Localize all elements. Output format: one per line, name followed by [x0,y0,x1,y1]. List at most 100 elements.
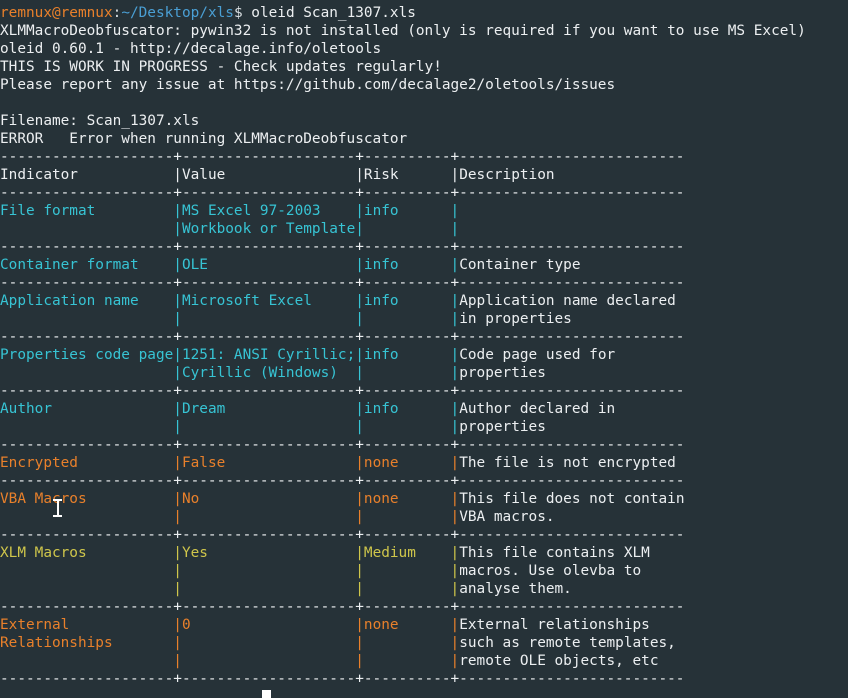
header-risk: Risk [363,167,451,183]
cell-description: in properties [459,311,572,327]
table-row-rule: --------------------+-------------------… [0,472,806,490]
cell-pipe-2: | [355,617,364,633]
cell-pipe-3: | [450,563,460,579]
table-row: Properties code page|1251: ANSI Cyrillic… [0,346,806,364]
table-row-rule: --------------------+-------------------… [0,436,806,454]
cell-pipe-2: | [355,635,364,651]
terminal-text-cursor [262,690,271,698]
cell-pipe-2: | [355,545,364,561]
cell-pipe-3: | [450,293,460,309]
table-header-row: Indicator |Value |Risk |Description [0,166,806,184]
separator-rule: --------------------+-------------------… [0,383,685,399]
cell-risk: info [363,203,451,219]
table-row-rule: --------------------+-------------------… [0,238,806,256]
cell-pipe-1: | [173,203,182,219]
cell-pipe-2: | [355,563,364,579]
cell-risk: info [363,347,451,363]
header-value: Value [181,167,356,183]
cell-pipe-1: | [173,563,182,579]
cell-value [182,635,355,651]
table-row: VBA Macros |No |none |This file does not… [0,490,806,508]
table-row: External |0 |none |External relationship… [0,616,806,634]
table-row: | | |VBA macros. [0,508,806,526]
cell-indicator [0,221,173,237]
cell-indicator [0,563,173,579]
cell-indicator [0,419,173,435]
cell-pipe-2: | [355,257,364,273]
cell-value: Workbook or Template [181,221,356,237]
cell-indicator: Encrypted [0,455,174,471]
header-pipe-1: | [173,167,182,183]
cell-description: VBA macros. [459,509,555,525]
cell-value: 0 [181,617,356,633]
header-indicator: Indicator [0,167,174,183]
table-row-rule: --------------------+-------------------… [0,526,806,544]
table-header-rule: --------------------+-------------------… [0,184,806,202]
blank-line [0,94,806,112]
cell-indicator: External [0,617,174,633]
cell-pipe-2: | [355,293,364,309]
filename-line: Filename: Scan_1307.xls [0,112,806,130]
cell-description: The file is not encrypted [459,455,676,471]
cell-indicator: File format [0,203,174,219]
cell-pipe-2: | [355,401,364,417]
cell-pipe-2: | [355,581,364,597]
prompt-sigil: $ [233,5,243,21]
cell-pipe-1: | [173,491,182,507]
cell-risk [364,581,451,597]
separator-rule: --------------------+-------------------… [0,599,685,615]
table-row: |Cyrillic (Windows) | |properties [0,364,806,382]
banner-line-1: oleid 0.60.1 - http://decalage.info/olet… [0,40,806,58]
table-row: Application name |Microsoft Excel |info … [0,292,806,310]
cell-pipe-3: | [450,617,460,633]
cell-pipe-3: | [450,347,460,363]
cell-pipe-3: | [450,257,460,273]
cell-risk: none [363,617,451,633]
cell-value [182,581,355,597]
cell-pipe-2: | [355,221,364,237]
cell-pipe-3: | [450,509,460,525]
filename-text: Filename: Scan_1307.xls [0,113,200,129]
separator-rule: --------------------+-------------------… [0,149,685,165]
cell-pipe-3: | [450,203,460,219]
terminal-window[interactable]: remnux@remnux:~/Desktop/xls$ oleid Scan_… [0,0,848,698]
cell-description: such as remote templates, [459,635,676,651]
prompt-command: oleid Scan_1307.xls [242,5,416,21]
table-row: Encrypted |False |none |The file is not … [0,454,806,472]
cell-indicator [0,581,173,597]
separator-rule: --------------------+-------------------… [0,239,685,255]
cell-value: OLE [181,257,356,273]
cell-value [182,509,355,525]
separator-rule: --------------------+-------------------… [0,473,685,489]
cell-pipe-1: | [173,365,182,381]
blank [0,95,9,111]
banner-text: oleid 0.60.1 - http://decalage.info/olet… [0,41,382,57]
cell-description: This file does not contain [459,491,685,507]
banner-text: THIS IS WORK IN PROGRESS - Check updates… [0,59,442,75]
terminal-screen: remnux@remnux:~/Desktop/xls$ oleid Scan_… [0,4,806,688]
cell-value: 1251: ANSI Cyrillic; [181,347,356,363]
cell-pipe-3: | [450,455,460,471]
cell-description: properties [459,419,546,435]
cell-indicator: Properties code page [0,347,174,363]
cell-pipe-3: | [450,635,460,651]
cell-pipe-1: | [173,581,182,597]
separator-rule: --------------------+-------------------… [0,275,685,291]
table-row-rule: --------------------+-------------------… [0,382,806,400]
cell-pipe-2: | [355,491,364,507]
cell-pipe-3: | [450,419,460,435]
cell-pipe-1: | [173,545,182,561]
table-row-rule: --------------------+-------------------… [0,670,806,688]
cell-pipe-1: | [173,455,182,471]
cell-pipe-1: | [173,347,182,363]
error-line: ERROR Error when running XLMMacroDeobfus… [0,130,806,148]
cell-description: remote OLE objects, etc [459,653,659,669]
separator-rule: --------------------+-------------------… [0,437,685,453]
banner-line-2: THIS IS WORK IN PROGRESS - Check updates… [0,58,806,76]
cell-risk: none [363,491,451,507]
cell-pipe-2: | [355,347,364,363]
cell-pipe-1: | [173,221,182,237]
cell-value: False [181,455,356,471]
header-description: Description [459,167,555,183]
cell-pipe-1: | [173,635,182,651]
